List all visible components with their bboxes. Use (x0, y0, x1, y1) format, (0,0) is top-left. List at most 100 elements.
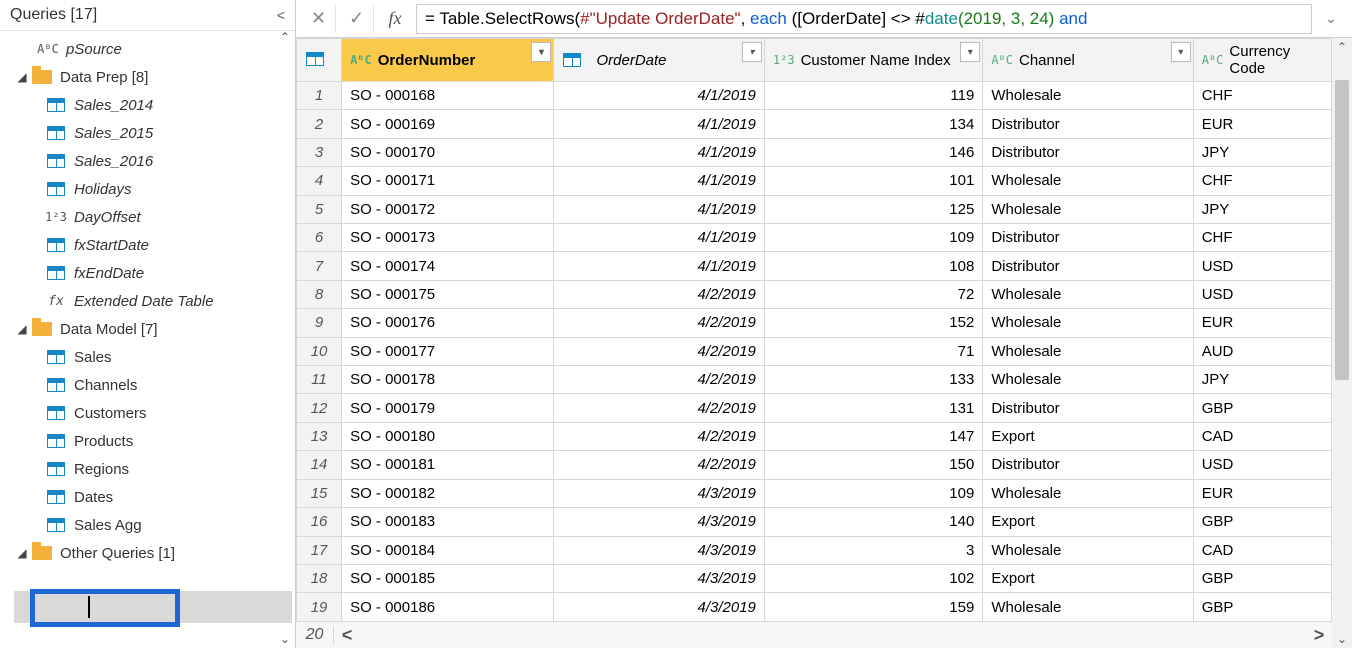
row-number[interactable]: 15 (297, 479, 342, 507)
query-item[interactable]: fxEndDate (0, 259, 295, 287)
cell-index[interactable]: 147 (764, 422, 982, 450)
cell-date[interactable]: 4/1/2019 (554, 82, 764, 110)
cell-channel[interactable]: Distributor (983, 224, 1193, 252)
cell-date[interactable]: 4/1/2019 (554, 224, 764, 252)
cell-currency[interactable]: GBP (1193, 394, 1331, 422)
cell-date[interactable]: 4/3/2019 (554, 508, 764, 536)
scroll-right-icon[interactable]: > (1306, 625, 1332, 646)
cell-date[interactable]: 4/3/2019 (554, 479, 764, 507)
cell-currency[interactable]: EUR (1193, 110, 1331, 138)
query-item[interactable]: Dates (0, 483, 295, 511)
row-number[interactable]: 1 (297, 82, 342, 110)
cell-channel[interactable]: Distributor (983, 451, 1193, 479)
cell-currency[interactable]: GBP (1193, 508, 1331, 536)
cell-date[interactable]: 4/2/2019 (554, 309, 764, 337)
query-item[interactable]: Sales_2016 (0, 147, 295, 175)
cell-order[interactable]: SO - 000170 (342, 138, 554, 166)
row-number[interactable]: 17 (297, 536, 342, 564)
cell-order[interactable]: SO - 000172 (342, 195, 554, 223)
cell-date[interactable]: 4/1/2019 (554, 167, 764, 195)
cell-channel[interactable]: Wholesale (983, 479, 1193, 507)
row-number[interactable]: 18 (297, 564, 342, 592)
query-item[interactable]: Sales Agg (0, 511, 295, 539)
cell-channel[interactable]: Wholesale (983, 366, 1193, 394)
cell-currency[interactable]: AUD (1193, 337, 1331, 365)
cell-index[interactable]: 119 (764, 82, 982, 110)
table-row[interactable]: 12SO - 0001794/2/2019131DistributorGBP (297, 394, 1332, 422)
formula-input[interactable]: = Table.SelectRows(#"Update OrderDate", … (416, 4, 1312, 34)
cell-date[interactable]: 4/1/2019 (554, 252, 764, 280)
cell-channel[interactable]: Export (983, 564, 1193, 592)
cell-date[interactable]: 4/3/2019 (554, 564, 764, 592)
cell-channel[interactable]: Distributor (983, 252, 1193, 280)
collapse-pane-icon[interactable]: < (277, 7, 285, 23)
cell-index[interactable]: 140 (764, 508, 982, 536)
cell-date[interactable]: 4/2/2019 (554, 366, 764, 394)
cell-order[interactable]: SO - 000179 (342, 394, 554, 422)
query-item[interactable]: Products (0, 427, 295, 455)
cell-currency[interactable]: USD (1193, 280, 1331, 308)
cell-index[interactable]: 71 (764, 337, 982, 365)
fx-icon[interactable]: fx (378, 8, 412, 29)
scroll-up-icon[interactable]: ⌃ (1333, 38, 1351, 56)
row-number[interactable]: 4 (297, 167, 342, 195)
cell-index[interactable]: 131 (764, 394, 982, 422)
table-row[interactable]: 8SO - 0001754/2/201972WholesaleUSD (297, 280, 1332, 308)
cell-channel[interactable]: Export (983, 422, 1193, 450)
cell-index[interactable]: 146 (764, 138, 982, 166)
scroll-thumb[interactable] (1335, 80, 1349, 380)
cell-order[interactable]: SO - 000175 (342, 280, 554, 308)
cell-order[interactable]: SO - 000183 (342, 508, 554, 536)
query-item[interactable]: Customers (0, 399, 295, 427)
query-item[interactable]: fxStartDate (0, 231, 295, 259)
query-item[interactable]: fxExtended Date Table (0, 287, 295, 315)
cell-order[interactable]: SO - 000178 (342, 366, 554, 394)
cell-order[interactable]: SO - 000176 (342, 309, 554, 337)
cell-channel[interactable]: Wholesale (983, 82, 1193, 110)
query-item[interactable]: Sales (0, 343, 295, 371)
cell-date[interactable]: 4/3/2019 (554, 593, 764, 622)
cell-order[interactable]: SO - 000171 (342, 167, 554, 195)
cell-channel[interactable]: Wholesale (983, 536, 1193, 564)
cell-currency[interactable]: EUR (1193, 479, 1331, 507)
column-dropdown-icon[interactable]: ▾ (1171, 42, 1191, 62)
table-row[interactable]: 15SO - 0001824/3/2019109WholesaleEUR (297, 479, 1332, 507)
cell-index[interactable]: 152 (764, 309, 982, 337)
horizontal-scrollbar[interactable]: 20 < > (296, 622, 1332, 648)
row-number[interactable]: 10 (297, 337, 342, 365)
cell-index[interactable]: 102 (764, 564, 982, 592)
cell-index[interactable]: 134 (764, 110, 982, 138)
cell-channel[interactable]: Wholesale (983, 309, 1193, 337)
cell-index[interactable]: 3 (764, 536, 982, 564)
cell-currency[interactable]: CHF (1193, 167, 1331, 195)
cell-index[interactable]: 109 (764, 224, 982, 252)
cell-currency[interactable]: CAD (1193, 422, 1331, 450)
row-number[interactable]: 9 (297, 309, 342, 337)
cell-order[interactable]: SO - 000177 (342, 337, 554, 365)
cell-currency[interactable]: JPY (1193, 195, 1331, 223)
cell-order[interactable]: SO - 000185 (342, 564, 554, 592)
cell-currency[interactable]: CHF (1193, 82, 1331, 110)
cell-currency[interactable]: CAD (1193, 536, 1331, 564)
cell-currency[interactable]: JPY (1193, 366, 1331, 394)
cell-order[interactable]: SO - 000181 (342, 451, 554, 479)
cell-channel[interactable]: Distributor (983, 110, 1193, 138)
cell-channel[interactable]: Distributor (983, 394, 1193, 422)
cell-channel[interactable]: Wholesale (983, 593, 1193, 622)
cell-currency[interactable]: USD (1193, 252, 1331, 280)
table-row[interactable]: 1SO - 0001684/1/2019119WholesaleCHF (297, 82, 1332, 110)
cell-index[interactable]: 72 (764, 280, 982, 308)
cell-date[interactable]: 4/3/2019 (554, 536, 764, 564)
row-number[interactable]: 12 (297, 394, 342, 422)
table-row[interactable]: 5SO - 0001724/1/2019125WholesaleJPY (297, 195, 1332, 223)
col-customer-index[interactable]: 1²3Customer Name Index ▾ (764, 39, 982, 82)
vertical-scrollbar[interactable]: ⌃ ⌄ (1332, 38, 1352, 648)
cell-order[interactable]: SO - 000173 (342, 224, 554, 252)
table-row[interactable]: 6SO - 0001734/1/2019109DistributorCHF (297, 224, 1332, 252)
table-row[interactable]: 10SO - 0001774/2/201971WholesaleAUD (297, 337, 1332, 365)
expand-formula-icon[interactable]: ⌄ (1316, 10, 1346, 27)
cell-channel[interactable]: Distributor (983, 138, 1193, 166)
cell-index[interactable]: 150 (764, 451, 982, 479)
scroll-left-icon[interactable]: < (334, 625, 360, 646)
cell-order[interactable]: SO - 000174 (342, 252, 554, 280)
